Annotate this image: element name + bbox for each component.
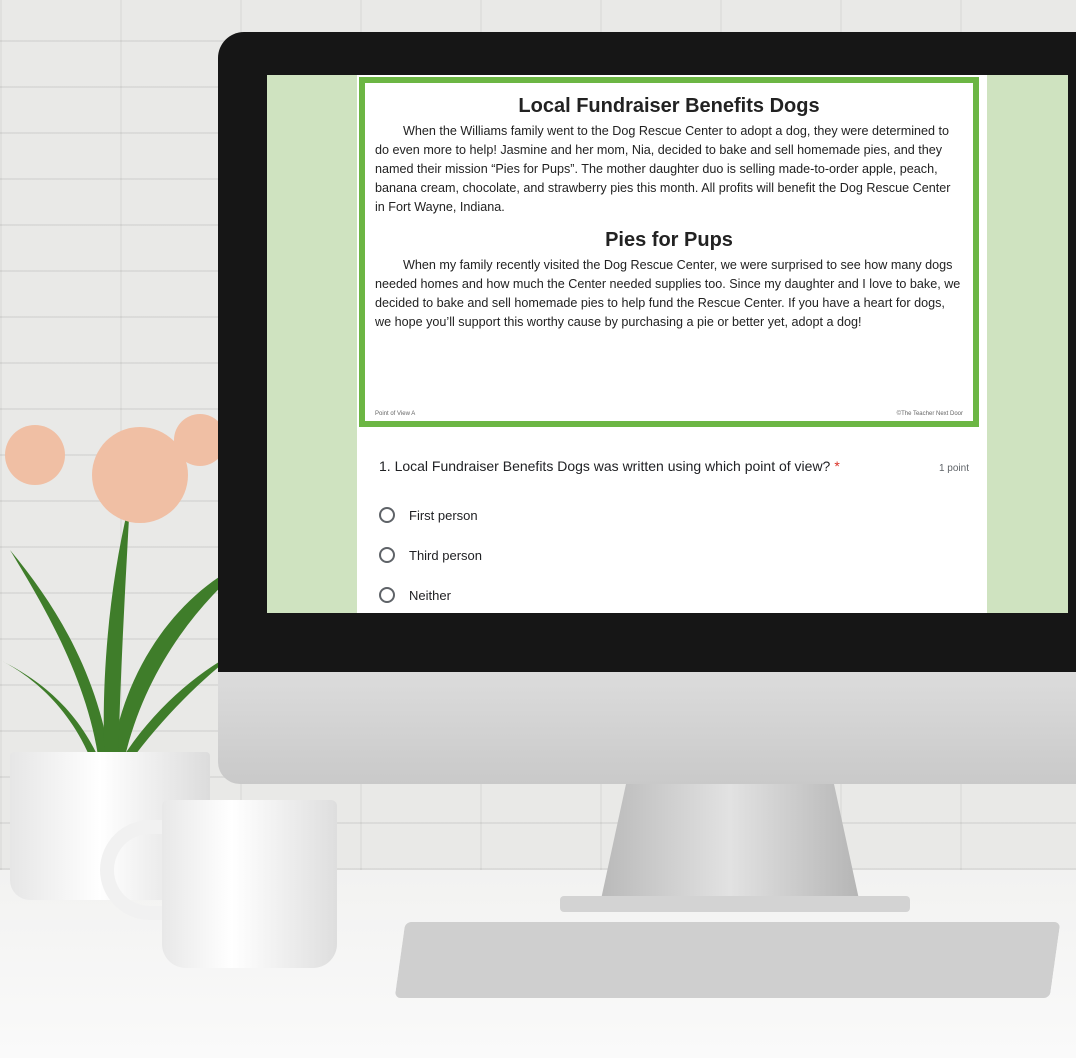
slide-footer: Point of View A ©The Teacher Next Door [375, 411, 963, 417]
question-title: 1. Local Fundraiser Benefits Dogs was wr… [379, 458, 969, 474]
monitor-stand-base [560, 896, 910, 912]
coffee-cup [162, 800, 337, 968]
option-third-person[interactable]: Third person [379, 547, 482, 563]
question-text: 1. Local Fundraiser Benefits Dogs was wr… [379, 458, 831, 474]
option-label: Neither [409, 587, 451, 603]
article-title-1: Local Fundraiser Benefits Dogs [518, 95, 820, 117]
radio-button[interactable] [379, 547, 395, 563]
radio-button[interactable] [379, 587, 395, 603]
option-neither[interactable]: Neither [379, 587, 451, 603]
monitor-stand [600, 784, 860, 904]
slide-footer-left: Point of View A [375, 411, 416, 417]
radio-button[interactable] [379, 507, 395, 523]
form-question-card: Local Fundraiser Benefits Dogs When the … [357, 75, 987, 613]
article-body-2: When my family recently visited the Dog … [375, 258, 961, 329]
article-title-2: Pies for Pups [605, 229, 733, 251]
reading-passage-image: Local Fundraiser Benefits Dogs When the … [359, 77, 979, 427]
monitor-screen: Local Fundraiser Benefits Dogs When the … [267, 75, 1068, 613]
slide-footer-right: ©The Teacher Next Door [896, 411, 963, 417]
option-label: Third person [409, 547, 482, 563]
question-points: 1 point [938, 463, 969, 474]
option-first-person[interactable]: First person [379, 507, 478, 523]
required-asterisk: * [834, 458, 840, 474]
article-body-1: When the Williams family went to the Dog… [375, 124, 951, 214]
keyboard [394, 922, 1061, 998]
option-label: First person [409, 507, 478, 523]
monitor-chin [218, 672, 1076, 784]
